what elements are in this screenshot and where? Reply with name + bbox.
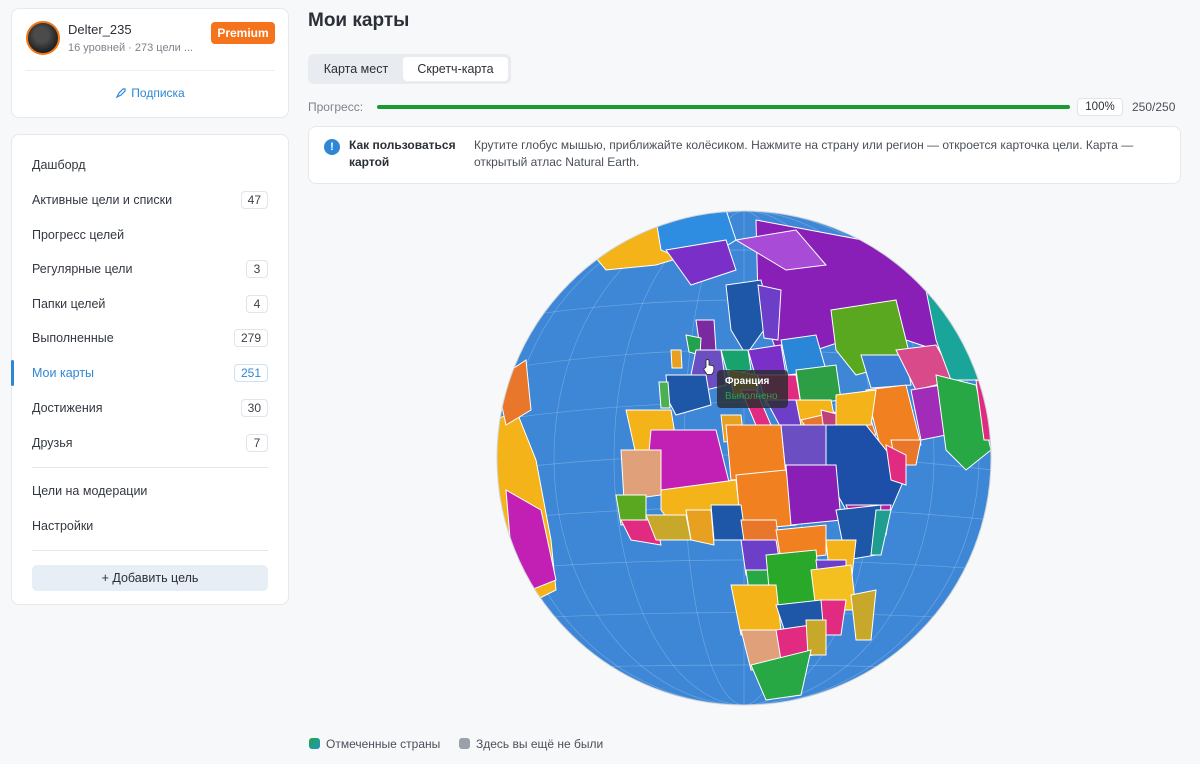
sidebar-item-label: Мои карты	[32, 366, 95, 380]
progress-bar	[377, 105, 1070, 109]
user-meta: 16 уровней · 273 цели ...	[68, 42, 193, 54]
sidebar-item-settings[interactable]: Настройки	[12, 509, 288, 543]
map-tabs: Карта мест Скретч-карта	[308, 54, 511, 84]
count-badge: 279	[233, 329, 268, 347]
page-title: Мои карты	[308, 10, 410, 31]
tab-scratch-map[interactable]: Скретч-карта	[403, 57, 508, 81]
count-badge: 251	[233, 364, 268, 382]
avatar[interactable]	[26, 21, 60, 55]
sidebar-item-label: Активные цели и списки	[32, 193, 173, 207]
hand-cursor-icon	[703, 359, 715, 375]
profile-card: Delter_235 16 уровней · 273 цели ... Pre…	[11, 8, 289, 118]
sidebar-item-completed[interactable]: Выполненные 279	[12, 321, 288, 355]
divider	[32, 467, 268, 468]
sidebar-item-achievements[interactable]: Достижения 30	[12, 391, 288, 425]
progress-fill	[377, 105, 1070, 109]
premium-badge[interactable]: Premium	[211, 22, 275, 44]
sidebar-item-label: Регулярные цели	[32, 262, 133, 276]
tab-places-map[interactable]: Карта мест	[311, 57, 401, 81]
sidebar-item-label: Цели на модерации	[32, 484, 148, 498]
progress-percent: 100%	[1077, 98, 1123, 116]
legend-swatch-visited	[309, 738, 320, 749]
subscription-link[interactable]: Подписка	[12, 86, 288, 100]
divider	[25, 70, 275, 71]
sidebar-item-active-goals[interactable]: Активные цели и списки 47	[12, 183, 288, 217]
legend-not-visited: Здесь вы ещё не были	[459, 737, 603, 751]
sidebar-item-label: Достижения	[32, 401, 103, 415]
sidebar-item-label: Дашборд	[32, 158, 86, 172]
rocket-icon	[115, 88, 126, 99]
sidebar-nav: Дашборд Активные цели и списки 47 Прогре…	[11, 134, 289, 605]
sidebar-item-moderation[interactable]: Цели на модерации	[12, 474, 288, 508]
sidebar-item-label: Настройки	[32, 519, 94, 533]
count-badge: 3	[246, 260, 268, 278]
country-tooltip: Франция Выполнено	[717, 370, 788, 408]
tooltip-country: Франция	[725, 376, 770, 387]
add-goal-button[interactable]: + Добавить цель	[32, 565, 268, 591]
info-box: ! Как пользоваться картой Крутите глобус…	[308, 126, 1181, 184]
sidebar-item-folders[interactable]: Папки целей 4	[12, 287, 288, 321]
legend-label: Здесь вы ещё не были	[476, 737, 604, 751]
progress-label: Прогресс:	[308, 100, 364, 114]
sidebar-item-label: Выполненные	[32, 331, 114, 345]
legend-visited: Отмеченные страны	[309, 737, 440, 751]
progress-count: 250/250	[1132, 100, 1176, 114]
info-text: Крутите глобус мышью, приближайте колёси…	[474, 138, 1134, 169]
info-icon: !	[324, 139, 340, 155]
legend-swatch-not-visited	[459, 738, 470, 749]
divider	[32, 550, 268, 551]
count-badge: 30	[240, 399, 268, 417]
sidebar-item-regular-goals[interactable]: Регулярные цели 3	[12, 252, 288, 286]
username[interactable]: Delter_235	[68, 22, 132, 37]
count-badge: 4	[246, 295, 268, 313]
sidebar-item-goal-progress[interactable]: Прогресс целей	[12, 218, 288, 252]
subscription-label: Подписка	[131, 86, 185, 100]
count-badge: 47	[240, 191, 268, 209]
tooltip-status: Выполнено	[725, 391, 778, 402]
sidebar-item-friends[interactable]: Друзья 7	[12, 426, 288, 460]
legend-label: Отмеченные страны	[326, 737, 441, 751]
count-badge: 7	[246, 434, 268, 452]
sidebar-item-label: Папки целей	[32, 297, 106, 311]
info-title: Как пользоваться картой	[349, 138, 456, 169]
sidebar-item-label: Прогресс целей	[32, 228, 125, 242]
scratch-map-globe[interactable]	[496, 210, 992, 706]
sidebar-item-dashboard[interactable]: Дашборд	[12, 148, 288, 182]
sidebar-item-my-maps[interactable]: Мои карты 251	[11, 356, 288, 390]
sidebar-item-label: Друзья	[32, 436, 73, 450]
